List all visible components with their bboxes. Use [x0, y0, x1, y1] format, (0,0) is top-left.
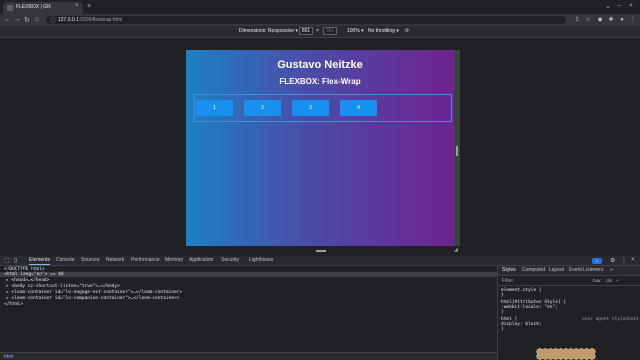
tab-memory[interactable]: Memory [165, 257, 183, 263]
gear-icon[interactable]: ⚙ [610, 257, 615, 264]
tab-elements[interactable]: Elements [29, 257, 50, 265]
tab-lighthouse[interactable]: Lighthouse [249, 257, 273, 263]
extensions-icon[interactable]: ◆ [597, 17, 603, 23]
resize-handle-bottom[interactable] [316, 250, 326, 252]
elements-panel [0, 266, 497, 360]
style-line[interactable]: -webkit-locale: "en"; [501, 305, 558, 310]
flex-box-2: 2 [244, 100, 281, 116]
filter-input[interactable]: Filter [502, 278, 513, 284]
dom-line-loom-1[interactable]: ▸ <loom-container id="lo-engage-ext-cont… [6, 290, 182, 295]
minimize-icon[interactable]: – [615, 3, 623, 11]
style-line: } [501, 310, 504, 315]
tab-more[interactable]: » [610, 267, 613, 273]
home-icon[interactable]: ⌂ [35, 16, 39, 23]
back-icon[interactable]: ← [4, 16, 11, 23]
styles-tabbar: Styles Computed Layout Event Listeners » [498, 266, 640, 276]
tab-layout[interactable]: Layout [549, 267, 564, 273]
tab-application[interactable]: Application [189, 257, 213, 263]
tab-bar: FLEXBOX | GN × + ⌄ – × [0, 0, 640, 14]
flex-box-1: 1 [196, 100, 233, 116]
forward-icon[interactable]: → [14, 16, 21, 23]
tab-styles[interactable]: Styles [502, 267, 516, 273]
page-subtitle: FLEXBOX: Flex-Wrap [279, 77, 361, 86]
times-sign: × [316, 28, 319, 34]
style-line: } [501, 293, 504, 298]
flex-box-3: 3 [292, 100, 329, 116]
hov-button[interactable]: :hov [592, 278, 601, 283]
tab-computed[interactable]: Computed [522, 267, 545, 273]
selected-node-highlight [0, 272, 497, 277]
puzzle-icon[interactable]: ✚ [608, 17, 614, 23]
menu-icon[interactable]: ⋮ [630, 17, 636, 23]
star-icon[interactable]: ☆ [585, 17, 591, 23]
page-title: Gustavo Neitzke [277, 59, 363, 71]
height-input[interactable]: 381 [323, 27, 337, 35]
filter-row: Filter :hov .cls + [498, 276, 640, 286]
styles-panel: Styles Computed Layout Event Listeners »… [497, 266, 640, 360]
browser-tab[interactable]: FLEXBOX | GN × [3, 2, 83, 14]
close-devtools-icon[interactable]: × [631, 257, 635, 263]
dom-line-html[interactable]: <html lang="en"> == $0 [4, 272, 64, 277]
device-toolbar: Dimensions: Responsive ▾ 801 × 381 100% … [0, 26, 640, 38]
box-model-diagram [536, 348, 596, 360]
tab-event-listeners[interactable]: Event Listeners [569, 267, 603, 273]
user-agent-label: user agent stylesheet [582, 317, 639, 322]
tab-performance[interactable]: Performance [131, 257, 160, 263]
profile-icon[interactable]: ● [619, 17, 625, 23]
address-bar[interactable]: ⓘ 127.0.0.1:5500/flexwrap.html [46, 16, 566, 25]
favicon-icon [7, 5, 13, 11]
info-icon[interactable]: ⓘ [50, 16, 56, 25]
dom-line-body[interactable]: ▸ <body cz-shortcut-listen="true">…</bod… [6, 284, 120, 289]
style-line[interactable]: element.style { [501, 288, 542, 293]
new-tab-button[interactable]: + [87, 3, 91, 10]
resize-grip-icon[interactable] [456, 146, 458, 156]
throttle-select[interactable]: No throttling ▾ [368, 28, 399, 34]
tab-console[interactable]: Console [56, 257, 74, 263]
dom-line-html-close[interactable]: </html> [4, 302, 23, 307]
share-icon[interactable]: ⇪ [574, 17, 580, 23]
cls-button[interactable]: .cls [605, 278, 612, 283]
dimensions-select[interactable]: Dimensions: Responsive ▾ [239, 28, 298, 34]
kebab-menu-icon[interactable]: ⋮ [621, 257, 627, 264]
chevron-down-icon[interactable]: ⌄ [604, 3, 612, 11]
flex-box-4: 4 [340, 100, 377, 116]
resize-corner-icon[interactable]: ◢ [454, 247, 458, 253]
breadcrumb-html[interactable]: html [4, 354, 13, 360]
page-viewport: Gustavo Neitzke FLEXBOX: Flex-Wrap 1 2 3… [186, 50, 454, 246]
inspect-icon[interactable]: ⬚ [4, 257, 10, 264]
width-input[interactable]: 801 [299, 27, 313, 35]
breadcrumb: html [0, 352, 497, 360]
url-text: 127.0.0.1:5500/flexwrap.html [58, 17, 123, 23]
add-rule-button[interactable]: + [616, 278, 619, 283]
style-line: } [501, 327, 504, 332]
close-tab-icon[interactable]: × [75, 3, 79, 9]
dom-line-head[interactable]: ▸ <head>…</head> [6, 278, 49, 283]
tab-sources[interactable]: Sources [81, 257, 99, 263]
close-window-icon[interactable]: × [627, 3, 635, 11]
flex-container: 1 2 3 4 [194, 94, 452, 122]
tab-security[interactable]: Security [221, 257, 239, 263]
tab-network[interactable]: Network [106, 257, 124, 263]
issues-badge[interactable]: 1 [592, 258, 602, 264]
style-line[interactable]: display: block; [501, 322, 542, 327]
tab-title: FLEXBOX | GN [16, 4, 51, 10]
rotate-icon[interactable]: ⟳ [405, 28, 409, 34]
zoom-select[interactable]: 100% ▾ [347, 28, 364, 34]
reload-icon[interactable]: ↻ [24, 16, 30, 24]
dom-line-loom-2[interactable]: ▸ <loom-container id="lo-companion-conta… [6, 296, 179, 301]
devtools-tabbar: ⬚ ▯ Elements Console Sources Network Per… [0, 256, 640, 266]
device-icon[interactable]: ▯ [14, 257, 17, 264]
